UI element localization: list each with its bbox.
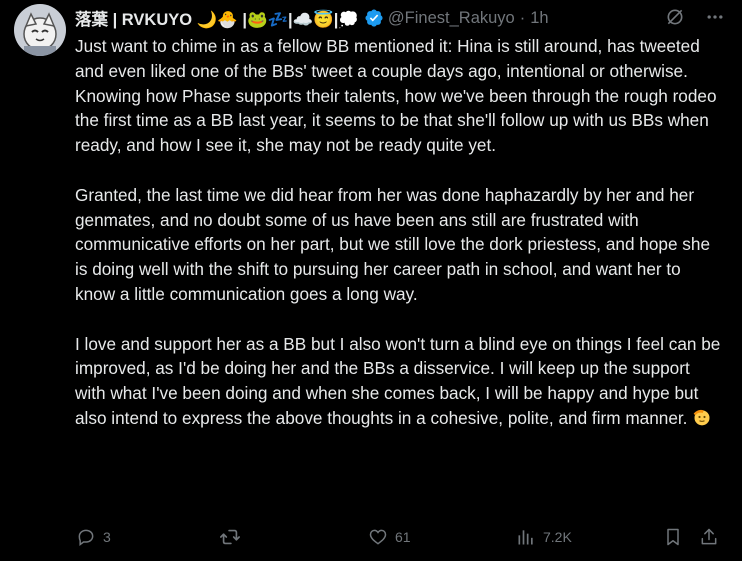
- like-button[interactable]: 61: [367, 524, 411, 550]
- view-count: 7.2K: [543, 529, 572, 545]
- repost-icon: [219, 526, 241, 548]
- avatar-image: [14, 4, 66, 56]
- verified-badge-icon: [364, 8, 384, 28]
- like-count: 61: [395, 529, 411, 545]
- tweet-header: 落葉 | RVKUYO 🌙🐣 |🐸💤|☁️😇|💭 @Finest_Rakuyo …: [75, 6, 726, 30]
- user-handle[interactable]: @Finest_Rakuyo: [388, 9, 515, 28]
- reply-count: 3: [103, 529, 111, 545]
- tweet-text: Just want to chime in as a fellow BB men…: [75, 34, 725, 456]
- timestamp[interactable]: 1h: [530, 9, 548, 28]
- separator-dot: ·: [519, 8, 526, 27]
- tweet-paragraph: Just want to chime in as a fellow BB men…: [75, 36, 717, 156]
- views-button[interactable]: 7.2K: [515, 524, 572, 550]
- grok-icon[interactable]: [664, 6, 686, 28]
- display-name[interactable]: 落葉 | RVKUYO 🌙🐣 |🐸💤|☁️😇|💭: [75, 6, 359, 30]
- header-actions: [664, 6, 726, 28]
- tweet-paragraph-text: I love and support her as a BB but I als…: [75, 333, 721, 428]
- tweet-paragraph: Granted, the last time we did hear from …: [75, 184, 710, 304]
- saluting-face-icon: [692, 407, 712, 427]
- bookmark-icon: [662, 526, 684, 548]
- reply-icon: [75, 526, 97, 548]
- reply-button[interactable]: 3: [75, 524, 111, 550]
- heart-icon: [367, 526, 389, 548]
- tweet: 落葉 | RVKUYO 🌙🐣 |🐸💤|☁️😇|💭 @Finest_Rakuyo …: [0, 0, 742, 561]
- avatar[interactable]: [14, 4, 66, 56]
- more-icon[interactable]: [704, 6, 726, 28]
- bookmark-button[interactable]: [662, 524, 684, 550]
- share-icon: [698, 526, 720, 548]
- views-icon: [515, 526, 537, 548]
- share-button[interactable]: [698, 524, 720, 550]
- tweet-actions: 3 61 7.2K: [75, 524, 726, 550]
- repost-button[interactable]: [219, 524, 247, 550]
- tweet-paragraph: I love and support her as a BB but I als…: [75, 332, 725, 431]
